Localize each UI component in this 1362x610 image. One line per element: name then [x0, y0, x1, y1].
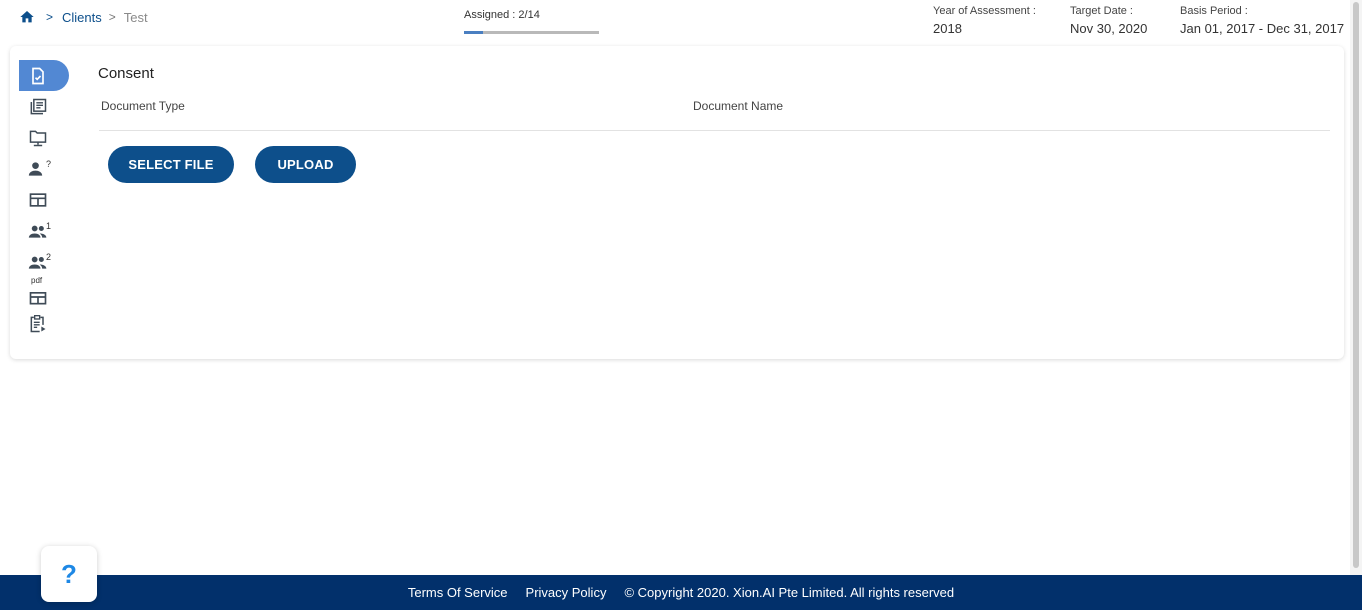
nav-consent[interactable]: [19, 60, 69, 91]
basis-label: Basis Period :: [1180, 5, 1248, 17]
assigned-progress-fill: [464, 31, 484, 34]
nav-group-2[interactable]: 2: [19, 246, 69, 277]
table-layout-icon: [29, 192, 47, 207]
group-1-icon: [28, 225, 47, 238]
year-label: Year of Assessment :: [933, 5, 1036, 17]
basis-period: Basis Period : Jan 01, 2017 - Dec 31, 20…: [1180, 5, 1344, 36]
nav-library[interactable]: [19, 91, 69, 122]
year-value: 2018: [933, 21, 962, 36]
column-document-type: Document Type: [101, 99, 185, 113]
pdf-layout-icon: [29, 291, 47, 304]
person-question-icon: [28, 161, 43, 176]
footer: Terms Of Service Privacy Policy © Copyri…: [0, 575, 1362, 610]
nav-table[interactable]: [19, 184, 69, 215]
nav-clipboard[interactable]: [19, 308, 69, 339]
chevron-right-icon: >: [46, 10, 54, 24]
basis-value: Jan 01, 2017 - Dec 31, 2017: [1180, 21, 1345, 36]
vertical-scrollbar[interactable]: [1350, 0, 1362, 575]
page: > Clients > Test Assigned : 2/14 Year of…: [0, 0, 1362, 610]
target-date: Target Date : Nov 30, 2020: [1070, 5, 1147, 36]
home-icon[interactable]: [19, 9, 35, 25]
breadcrumb: > Clients > Test: [19, 9, 148, 25]
nav-group-1[interactable]: 1: [19, 215, 69, 246]
select-file-button[interactable]: SELECT FILE: [108, 146, 234, 183]
chevron-right-icon: >: [108, 10, 116, 24]
computer-folder-icon: [29, 130, 47, 146]
group-1-superscript: 1: [46, 221, 52, 231]
upload-button[interactable]: UPLOAD: [255, 146, 356, 183]
pdf-label: pdf: [31, 276, 43, 285]
target-label: Target Date :: [1070, 5, 1133, 17]
breadcrumb-clients[interactable]: Clients: [62, 10, 102, 25]
assigned-label: Assigned : 2/14: [464, 9, 540, 21]
document-check-icon: [32, 67, 44, 84]
group-2-icon: [28, 256, 47, 269]
help-button[interactable]: ?: [41, 546, 97, 602]
copyright-text: © Copyright 2020. Xion.AI Pte Limited. A…: [624, 585, 955, 600]
nav-computer[interactable]: [19, 122, 69, 153]
assigned-progress-bar: [464, 31, 599, 34]
group-2-superscript: 2: [46, 252, 52, 262]
consent-card: ? 1 2 pdf Consent Document Type Document…: [10, 46, 1344, 359]
section-title: Consent: [98, 65, 154, 82]
clipboard-play-icon: [30, 314, 46, 332]
target-value: Nov 30, 2020: [1070, 21, 1148, 36]
nav-person-question[interactable]: ?: [19, 153, 69, 184]
privacy-link[interactable]: Privacy Policy: [526, 585, 607, 600]
column-document-name: Document Name: [693, 99, 784, 113]
side-nav: ? 1 2 pdf: [19, 60, 69, 339]
table-divider: [99, 130, 1330, 131]
scrollbar-thumb[interactable]: [1353, 2, 1359, 568]
breadcrumb-current: Test: [123, 9, 148, 25]
top-bar: > Clients > Test Assigned : 2/14 Year of…: [0, 0, 1350, 44]
library-books-icon: [30, 98, 47, 114]
year-of-assessment: Year of Assessment : 2018: [933, 5, 1036, 36]
nav-pdf[interactable]: pdf: [19, 276, 69, 308]
terms-link[interactable]: Terms Of Service: [408, 585, 508, 600]
question-superscript: ?: [46, 159, 52, 169]
